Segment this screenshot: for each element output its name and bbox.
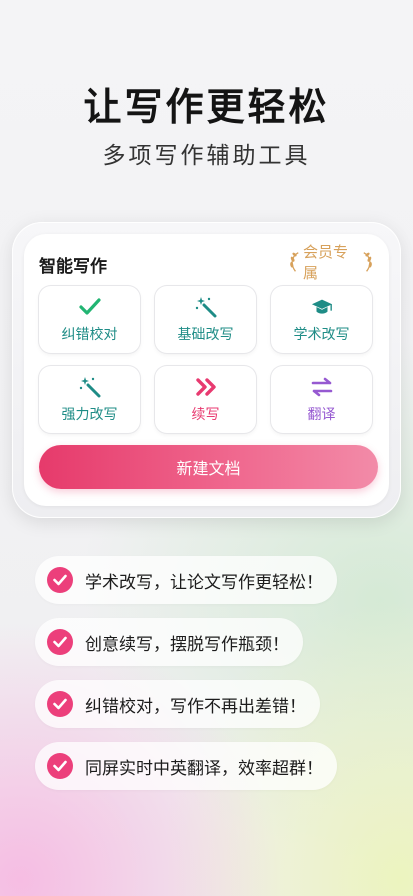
- vip-badge: 会员专属: [288, 243, 374, 282]
- check-icon: [78, 296, 101, 318]
- tool-translate[interactable]: 翻译: [271, 366, 372, 433]
- tool-label: 翻译: [307, 406, 336, 423]
- laurel-right-icon: [363, 252, 372, 272]
- check-circle-icon: [47, 629, 73, 655]
- tool-continue-writing[interactable]: 续写: [155, 366, 256, 433]
- feature-item: 学术改写，让论文写作更轻松！: [35, 556, 337, 604]
- tool-label: 强力改写: [61, 406, 118, 423]
- graduation-cap-icon: [311, 296, 333, 318]
- feature-text: 同屏实时中英翻译，效率超群！: [85, 758, 323, 779]
- check-circle-icon: [47, 567, 73, 593]
- magic-wand-icon: [195, 296, 217, 318]
- double-chevron-right-icon: [195, 376, 217, 398]
- check-circle-icon: [47, 753, 73, 779]
- feature-text: 纠错校对，写作不再出差错！: [85, 696, 306, 717]
- tool-label: 基础改写: [177, 326, 234, 343]
- feature-item: 同屏实时中英翻译，效率超群！: [35, 742, 337, 790]
- feature-text: 创意续写，摆脱写作瓶颈！: [85, 634, 289, 655]
- card-title: 智能写作: [39, 257, 107, 277]
- check-circle-icon: [47, 691, 73, 717]
- hero-title: 让写作更轻松: [83, 85, 330, 129]
- feature-item: 创意续写，摆脱写作瓶颈！: [35, 618, 303, 666]
- feature-item: 纠错校对，写作不再出差错！: [35, 680, 320, 728]
- magic-wand-icon: [79, 376, 101, 398]
- laurel-left-icon: [290, 252, 299, 272]
- hero-subtitle: 多项写作辅助工具: [102, 143, 311, 169]
- vip-badge-label: 会员专属: [303, 243, 349, 282]
- tool-academic-rewrite[interactable]: 学术改写: [271, 286, 372, 353]
- tool-proofreading[interactable]: 纠错校对: [39, 286, 140, 353]
- tool-label: 续写: [191, 406, 220, 423]
- feature-text: 学术改写，让论文写作更轻松！: [85, 572, 323, 593]
- tool-label: 学术改写: [293, 326, 350, 343]
- swap-arrows-icon: [311, 376, 333, 398]
- tool-label: 纠错校对: [61, 326, 118, 343]
- tool-strong-rewrite[interactable]: 强力改写: [39, 366, 140, 433]
- new-document-button[interactable]: 新建文档: [39, 445, 378, 489]
- tool-basic-rewrite[interactable]: 基础改写: [155, 286, 256, 353]
